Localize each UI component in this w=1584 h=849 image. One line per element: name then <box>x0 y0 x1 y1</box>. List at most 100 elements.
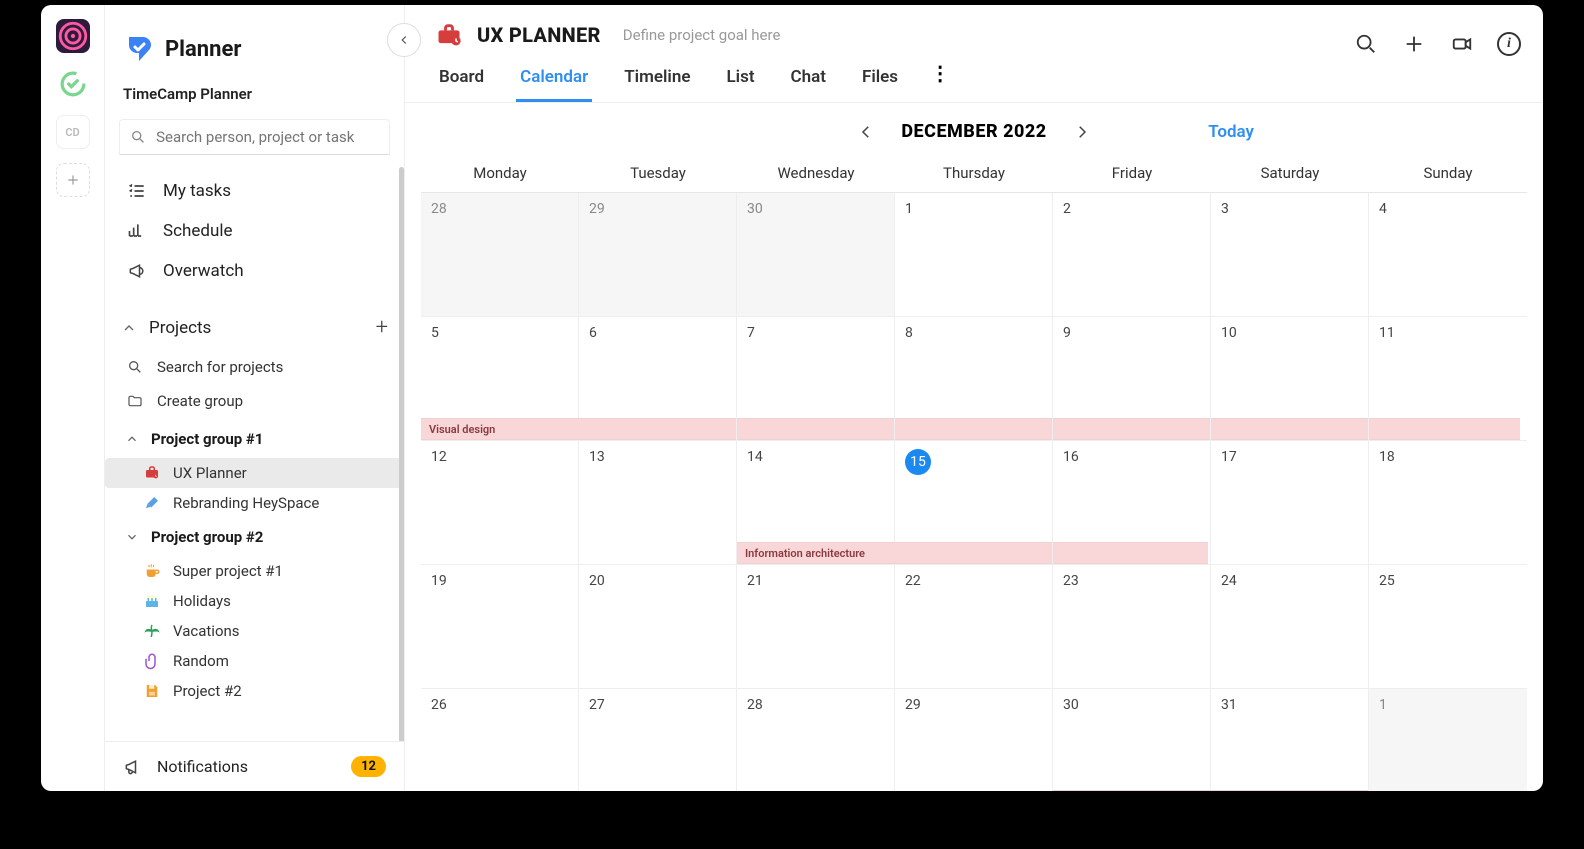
calendar-cell[interactable]: 7 <box>737 317 895 441</box>
day-number: 9 <box>1063 325 1071 341</box>
tab-chat[interactable]: Chat <box>787 61 830 102</box>
calendar-cell[interactable]: 29 <box>895 689 1053 791</box>
rail-app-target[interactable] <box>56 19 90 53</box>
calendar-cell[interactable]: 20 <box>579 565 737 689</box>
project-item[interactable]: Rebranding HeySpace <box>105 488 404 518</box>
notifications[interactable]: Notifications 12 <box>105 741 404 791</box>
day-number: 1 <box>905 201 913 217</box>
add-project-button[interactable]: + <box>376 315 388 340</box>
calendar-cell[interactable]: 18 <box>1369 441 1527 565</box>
calendar-cell[interactable]: 26 <box>421 689 579 791</box>
day-number: 24 <box>1221 573 1237 589</box>
calendar-cell[interactable]: 28 <box>421 193 579 317</box>
project-item[interactable]: UX Planner <box>105 458 404 488</box>
day-number: 30 <box>747 201 763 217</box>
project-label: Super project #1 <box>173 562 283 580</box>
create-group[interactable]: Create group <box>113 384 396 418</box>
tab-list[interactable]: List <box>722 61 758 102</box>
calendar-cell[interactable]: 6 <box>579 317 737 441</box>
info-button[interactable]: i <box>1497 32 1521 56</box>
day-number: 25 <box>1379 573 1395 589</box>
sidebar-search-input[interactable] <box>156 128 379 146</box>
tab-calendar[interactable]: Calendar <box>516 61 592 102</box>
rail-add-button[interactable] <box>56 163 90 197</box>
day-number: 19 <box>431 573 447 589</box>
day-number: 6 <box>589 325 597 341</box>
calendar-cell[interactable]: 30desktop app <box>1053 689 1211 791</box>
calendar-cell[interactable]: 1 <box>895 193 1053 317</box>
tab-board[interactable]: Board <box>435 61 488 102</box>
projects-section-header[interactable]: Projects + <box>105 295 404 348</box>
calendar-cell[interactable]: 14Information architecture <box>737 441 895 565</box>
search-projects[interactable]: Search for projects <box>113 350 396 384</box>
calendar-cell[interactable]: 25 <box>1369 565 1527 689</box>
tab-timeline[interactable]: Timeline <box>620 61 694 102</box>
calendar-cell[interactable]: 8 <box>895 317 1053 441</box>
calendar-cell[interactable]: 28 <box>737 689 895 791</box>
calendar-cell[interactable]: 22 <box>895 565 1053 689</box>
tab-more-button[interactable]: ⋮ <box>930 61 950 102</box>
calendar-cell[interactable]: 24 <box>1211 565 1369 689</box>
next-month-button[interactable] <box>1073 123 1091 141</box>
calendar-cell[interactable]: 17 <box>1211 441 1369 565</box>
calendar-cell[interactable]: 21 <box>737 565 895 689</box>
search-icon <box>1355 33 1377 55</box>
calendar-cell[interactable]: 29 <box>579 193 737 317</box>
calendar-cell[interactable]: 19 <box>421 565 579 689</box>
calendar-cell[interactable]: 23 <box>1053 565 1211 689</box>
schedule-icon <box>127 221 147 241</box>
search-icon <box>130 128 146 146</box>
app-rail: CD <box>41 5 105 791</box>
weekday-label: Saturday <box>1211 154 1369 192</box>
calendar-cell[interactable]: 2 <box>1053 193 1211 317</box>
app-logo: Planner <box>105 5 404 79</box>
project-item[interactable]: Project #2 <box>105 676 404 706</box>
video-button[interactable] <box>1449 31 1475 57</box>
project-group-header[interactable]: Project group #1 <box>105 420 404 458</box>
day-number: 15 <box>905 449 931 475</box>
tab-files[interactable]: Files <box>858 61 902 102</box>
calendar-cell[interactable]: 9 <box>1053 317 1211 441</box>
calendar-cell[interactable]: 15 <box>895 441 1053 565</box>
calendar-cell[interactable]: 12 <box>421 441 579 565</box>
day-number: 23 <box>1063 573 1079 589</box>
calendar-cell[interactable]: 10 <box>1211 317 1369 441</box>
calendar-cell[interactable]: 16 <box>1053 441 1211 565</box>
calendar-cell[interactable]: 31 <box>1211 689 1369 791</box>
project-goal-placeholder[interactable]: Define project goal here <box>623 26 781 44</box>
search-projects-label: Search for projects <box>157 358 283 376</box>
calendar-cell[interactable]: 27 <box>579 689 737 791</box>
project-group-header[interactable]: Project group #2 <box>105 518 404 556</box>
day-number: 14 <box>747 449 763 465</box>
weekday-label: Monday <box>421 154 579 192</box>
calendar-cell[interactable]: 1 <box>1369 689 1527 791</box>
briefcase-icon <box>143 464 161 482</box>
project-item[interactable]: Random <box>105 646 404 676</box>
calendar-cell[interactable]: 13 <box>579 441 737 565</box>
sidebar-scroll: My tasks Schedule Overwatch Projects + <box>105 167 404 741</box>
calendar-cell[interactable]: 30 <box>737 193 895 317</box>
nav-my-tasks[interactable]: My tasks <box>115 171 394 211</box>
calendar-cell[interactable]: 11 <box>1369 317 1527 441</box>
day-number: 20 <box>589 573 605 589</box>
prev-month-button[interactable] <box>857 123 875 141</box>
video-icon <box>1451 33 1473 55</box>
calendar-cell[interactable]: 3 <box>1211 193 1369 317</box>
day-number: 26 <box>431 697 447 713</box>
calendar-cell[interactable]: 5Visual design <box>421 317 579 441</box>
search-button[interactable] <box>1353 31 1379 57</box>
rail-user-avatar[interactable]: CD <box>56 115 90 149</box>
nav-overwatch[interactable]: Overwatch <box>115 251 394 291</box>
rail-app-check[interactable] <box>56 67 90 101</box>
project-item[interactable]: Vacations <box>105 616 404 646</box>
project-item[interactable]: Super project #1 <box>105 556 404 586</box>
day-number: 8 <box>905 325 913 341</box>
nav-schedule[interactable]: Schedule <box>115 211 394 251</box>
sidebar-search[interactable] <box>119 119 390 155</box>
today-button[interactable]: Today <box>1208 122 1254 142</box>
add-button[interactable] <box>1401 31 1427 57</box>
project-item[interactable]: Holidays <box>105 586 404 616</box>
calendar-cell[interactable]: 4 <box>1369 193 1527 317</box>
weekday-label: Thursday <box>895 154 1053 192</box>
back-button[interactable] <box>387 23 421 57</box>
